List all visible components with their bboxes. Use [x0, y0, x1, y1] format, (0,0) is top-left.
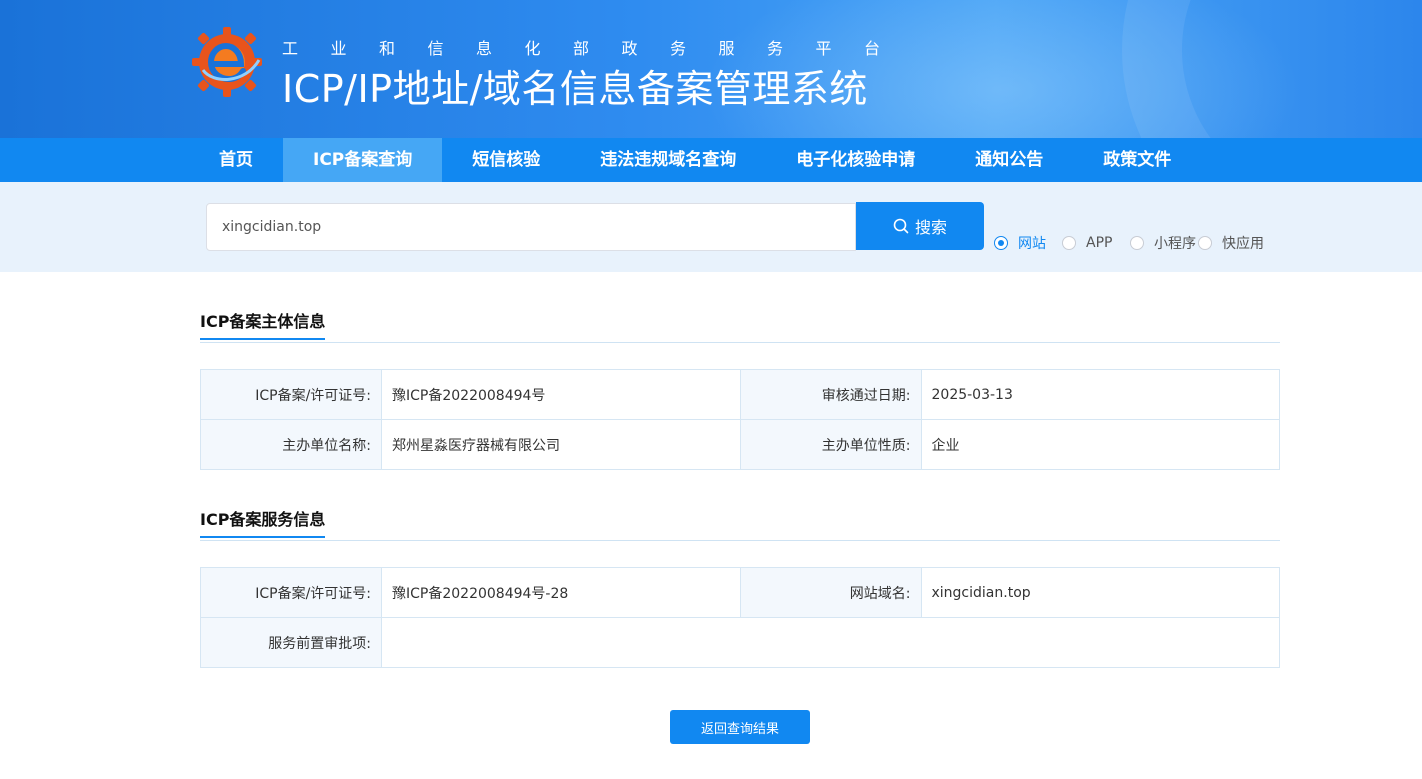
table-label: 审核通过日期: — [739, 369, 922, 420]
table-value: 企业 — [920, 419, 1280, 470]
main-nav: 首页 ICP备案查询 短信核验 违法违规域名查询 电子化核验申请 通知公告 政策… — [0, 138, 1422, 182]
table-label: 服务前置审批项: — [200, 617, 382, 668]
nav-item-sms-verify[interactable]: 短信核验 — [442, 138, 570, 182]
search-button-label: 搜索 — [914, 218, 947, 237]
table-value — [381, 617, 1280, 668]
service-info-table: ICP备案/许可证号: 豫ICP备2022008494号-28 网站域名: xi… — [200, 567, 1280, 668]
nav-item-policies[interactable]: 政策文件 — [1073, 138, 1201, 182]
table-label: ICP备案/许可证号: — [200, 369, 382, 420]
radio-dot-icon — [1130, 236, 1144, 250]
table-value: 郑州星淼医疗器械有限公司 — [381, 419, 741, 470]
radio-dot-icon — [994, 236, 1008, 250]
radio-quick-app[interactable]: 快应用 — [1198, 233, 1264, 253]
table-label: ICP备案/许可证号: — [200, 567, 382, 618]
radio-mini-program-label: 小程序 — [1154, 236, 1196, 252]
nav-item-icp-query[interactable]: ICP备案查询 — [283, 138, 443, 182]
section-divider — [200, 540, 1280, 541]
section-title-service-info: ICP备案服务信息 — [200, 506, 326, 538]
section-title-subject-info: ICP备案主体信息 — [200, 308, 326, 340]
search-area: xingcidian.top 搜索 网站 APP 小程序 快应用 — [0, 182, 1422, 272]
radio-app[interactable]: APP — [1062, 235, 1130, 251]
table-label: 主办单位名称: — [200, 419, 382, 470]
table-value: 豫ICP备2022008494号 — [381, 369, 741, 420]
table-row: 主办单位名称: 郑州星淼医疗器械有限公司 主办单位性质: 企业 — [200, 419, 1280, 470]
platform-subtitle: 工业和信息化部政务服务平台 — [282, 39, 913, 58]
table-row: ICP备案/许可证号: 豫ICP备2022008494号-28 网站域名: xi… — [200, 567, 1280, 618]
search-input[interactable]: xingcidian.top — [206, 203, 856, 251]
table-label: 主办单位性质: — [739, 419, 922, 470]
nav-item-electronic-verify[interactable]: 电子化核验申请 — [766, 138, 945, 182]
radio-quick-app-label: 快应用 — [1222, 236, 1264, 252]
table-label: 网站域名: — [739, 567, 922, 618]
search-type-radio-group: 网站 APP 小程序 快应用 — [994, 234, 1264, 252]
radio-website-label: 网站 — [1018, 236, 1046, 252]
table-value: 豫ICP备2022008494号-28 — [381, 567, 741, 618]
search-button[interactable]: 搜索 — [856, 202, 984, 250]
table-value: xingcidian.top — [920, 567, 1280, 618]
table-value: 2025-03-13 — [920, 369, 1280, 420]
nav-item-illegal-domain-query[interactable]: 违法违规域名查询 — [570, 138, 766, 182]
back-to-results-button[interactable]: 返回查询结果 — [670, 710, 810, 744]
nav-item-notices[interactable]: 通知公告 — [945, 138, 1073, 182]
search-icon — [893, 218, 909, 234]
radio-dot-icon — [1198, 236, 1212, 250]
radio-dot-icon — [1062, 236, 1076, 250]
radio-mini-program[interactable]: 小程序 — [1130, 233, 1198, 253]
logo-gear-e-icon — [192, 27, 262, 97]
nav-item-home[interactable]: 首页 — [189, 138, 283, 182]
table-row: ICP备案/许可证号: 豫ICP备2022008494号 审核通过日期: 202… — [200, 369, 1280, 420]
section-divider — [200, 342, 1280, 343]
radio-website[interactable]: 网站 — [994, 233, 1062, 253]
subject-info-table: ICP备案/许可证号: 豫ICP备2022008494号 审核通过日期: 202… — [200, 369, 1280, 470]
banner-arc — [1122, 0, 1422, 138]
header-banner: 工业和信息化部政务服务平台 ICP/IP地址/域名信息备案管理系统 — [0, 0, 1422, 138]
system-title: ICP/IP地址/域名信息备案管理系统 — [282, 67, 868, 111]
radio-app-label: APP — [1086, 235, 1113, 251]
table-row: 服务前置审批项: — [200, 617, 1280, 668]
